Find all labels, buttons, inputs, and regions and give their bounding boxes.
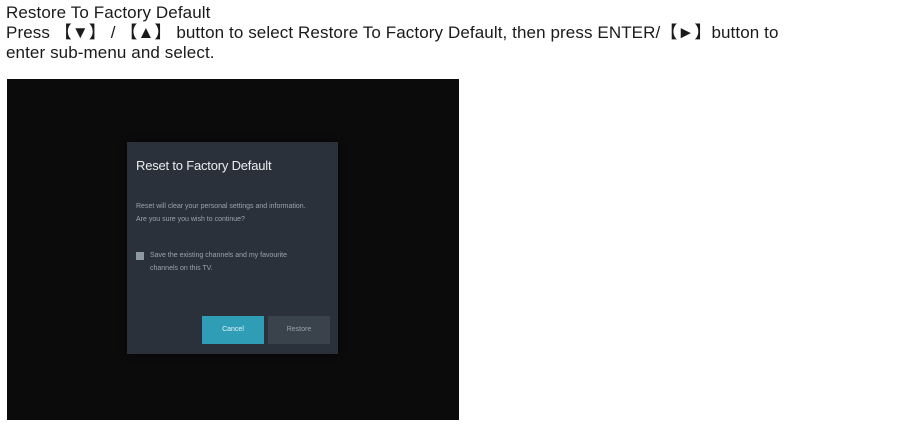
dialog-message: Reset will clear your personal settings … (136, 200, 336, 226)
save-channels-label-line-1: Save the existing channels and my favour… (150, 252, 287, 259)
reset-dialog: Reset to Factory Default Reset will clea… (127, 142, 338, 354)
section-heading: Restore To Factory Default (6, 3, 211, 22)
instruction-line-1: Press 【▼】 / 【▲】 button to select Restore… (6, 23, 779, 42)
instruction-line-2: enter sub-menu and select. (6, 43, 215, 62)
restore-button[interactable]: Restore (268, 316, 330, 344)
dialog-title: Reset to Factory Default (136, 158, 272, 173)
instruction-text: Restore To Factory Default Press 【▼】 / 【… (6, 3, 911, 63)
dialog-message-line-1: Reset will clear your personal settings … (136, 203, 306, 210)
tv-screen: Reset to Factory Default Reset will clea… (7, 79, 459, 420)
cancel-button[interactable]: Cancel (202, 316, 264, 344)
save-channels-label-line-2: channels on this TV. (150, 265, 213, 272)
save-channels-label: Save the existing channels and my favour… (150, 249, 325, 275)
save-channels-checkbox[interactable] (136, 252, 144, 260)
dialog-message-line-2: Are you sure you wish to continue? (136, 216, 245, 223)
